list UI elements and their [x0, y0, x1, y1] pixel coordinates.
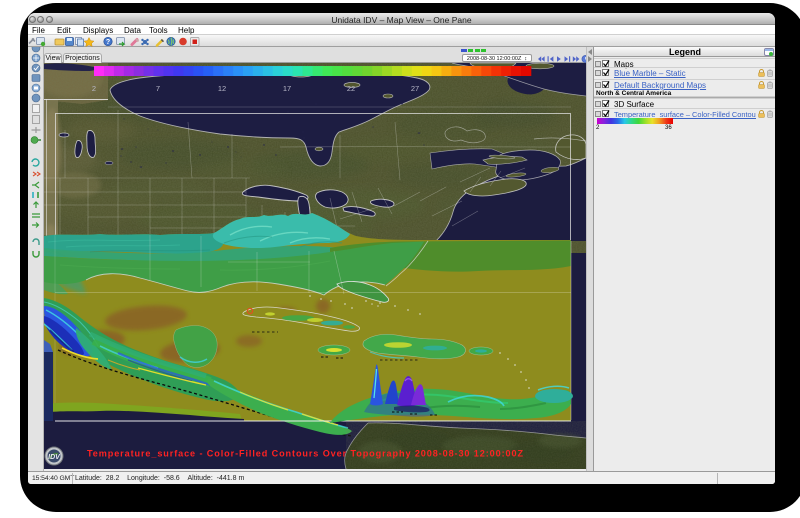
svg-text:2: 2: [92, 84, 96, 93]
svg-text:22: 22: [347, 84, 355, 93]
svg-text:IDV: IDV: [48, 454, 61, 461]
svg-text:Temperature_surface - Color-Fi: Temperature_surface - Color-Filled Conto…: [87, 449, 523, 459]
svg-text:12: 12: [218, 84, 226, 93]
svg-text:?: ?: [106, 39, 110, 46]
svg-text:17: 17: [283, 84, 291, 93]
svg-text:7: 7: [156, 84, 160, 93]
svg-text:27: 27: [411, 84, 419, 93]
